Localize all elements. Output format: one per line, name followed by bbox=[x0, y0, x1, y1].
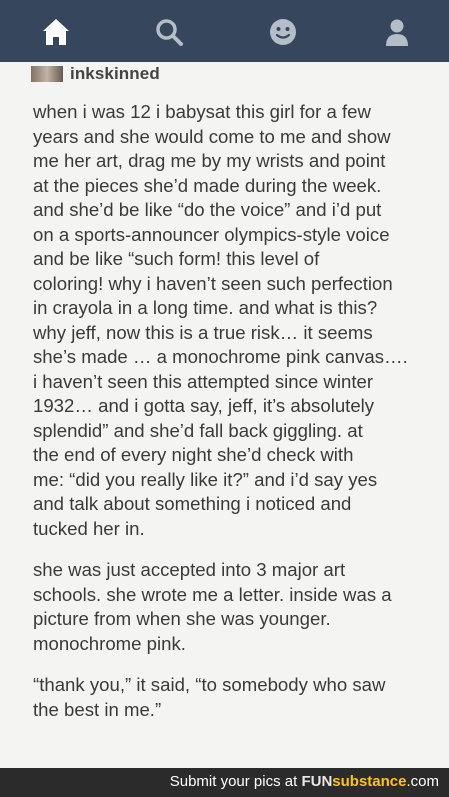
text-line: when i was 12 i babysat this girl for a … bbox=[33, 101, 371, 122]
text-line: the end of every night she’d check with bbox=[33, 444, 354, 465]
person-icon[interactable] bbox=[382, 17, 412, 47]
text-line: picture from when she was younger. bbox=[33, 608, 331, 629]
footer-text: Submit your pics at FUNsubstance.com bbox=[170, 773, 439, 790]
text-line: “thank you,” it said, “to somebody who s… bbox=[33, 674, 386, 695]
text-line: tucked her in. bbox=[33, 517, 145, 539]
post-paragraph: when i was 12 i babysat this girl for a … bbox=[33, 100, 439, 541]
post-body: when i was 12 i babysat this girl for a … bbox=[33, 100, 439, 739]
text-line: 1932… and i gotta say, jeff, it’s absolu… bbox=[33, 395, 375, 416]
text-line: splendid” and she’d fall back giggling. … bbox=[33, 419, 363, 441]
search-icon[interactable] bbox=[154, 17, 184, 47]
text-line: why jeff, now this is a true risk… it se… bbox=[33, 321, 373, 343]
text-line: and talk about something i noticed and bbox=[33, 493, 352, 514]
text-line: years and she would come to me and show bbox=[33, 125, 391, 147]
text-line: coloring! why i haven’t seen such perfec… bbox=[33, 272, 393, 294]
text-line: on a sports-announcer olympics-style voi… bbox=[33, 223, 390, 245]
text-line: at the pieces she’d made during the week… bbox=[33, 174, 382, 196]
watermark-footer: Submit your pics at FUNsubstance.com bbox=[0, 768, 449, 797]
post-paragraph: “thank you,” it said, “to somebody who s… bbox=[33, 673, 439, 722]
home-icon[interactable] bbox=[41, 17, 71, 47]
text-line: schools. she wrote me a letter. inside w… bbox=[33, 583, 392, 605]
smiley-icon[interactable] bbox=[268, 17, 298, 47]
footer-brand-fun: FUN bbox=[301, 773, 333, 790]
text-line: she’s made … a monochrome pink canvas…. bbox=[33, 346, 408, 367]
text-line: me her art, drag me by my wrists and poi… bbox=[33, 150, 386, 171]
text-line: monochrome pink. bbox=[33, 632, 186, 654]
text-line: me: “did you really like it?” and i’d sa… bbox=[33, 468, 378, 490]
post-paragraph: she was just accepted into 3 major art s… bbox=[33, 558, 439, 656]
text-line: and be like “such form! this level of bbox=[33, 248, 320, 269]
text-line: i haven’t seen this attempted since wint… bbox=[33, 370, 374, 392]
avatar[interactable] bbox=[31, 66, 63, 82]
top-navigation-bar bbox=[0, 0, 449, 62]
footer-brand-com: .com bbox=[406, 773, 439, 790]
text-line: she was just accepted into 3 major art bbox=[33, 559, 346, 580]
footer-submit-text: Submit your pics at bbox=[169, 773, 298, 790]
footer-brand-substance: substance bbox=[332, 773, 407, 790]
username[interactable]: inkskinned bbox=[70, 64, 160, 84]
text-line: the best in me.” bbox=[33, 698, 162, 720]
text-line: and she’d be like “do the voice” and i’d… bbox=[33, 199, 382, 220]
text-line: in crayola in a long time. and what is t… bbox=[33, 297, 378, 318]
